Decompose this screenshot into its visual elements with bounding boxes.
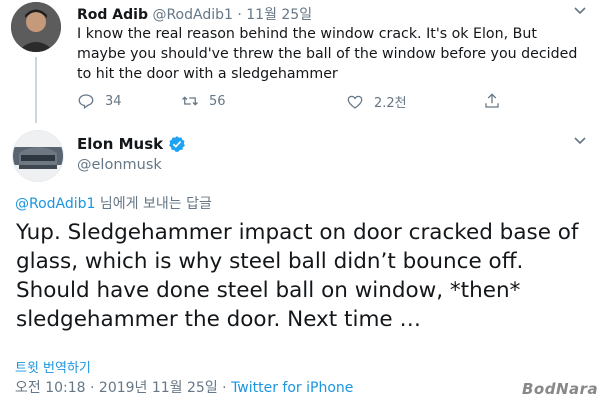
reply-count: 34 [105,93,122,109]
retweet-icon [182,96,198,106]
chevron-down-icon[interactable] [573,3,587,21]
heart-icon [347,95,363,109]
reply-actions-bar: 34 56 2.2천 [77,92,507,112]
avatar[interactable] [12,130,64,182]
avatar[interactable] [11,2,61,52]
verified-badge-icon [169,136,185,152]
reply-handle[interactable]: @RodAdib1 [152,7,232,23]
thread-line [35,57,37,123]
tweet-time-date[interactable]: 오전 10:18 · 2019년 11월 25일 · [15,380,231,396]
reply-icon [78,94,94,109]
reply-button[interactable]: 34 [77,92,122,110]
reply-display-name[interactable]: Rod Adib [77,7,148,23]
main-display-name-row: Elon Musk [77,135,186,153]
main-tweet-text: Yup. Sledgehammer impact on door cracked… [16,220,579,332]
reply-separator: · [237,7,242,23]
like-count: 2.2천 [374,96,407,111]
tweet-source-link[interactable]: Twitter for iPhone [231,380,353,396]
share-button[interactable] [483,92,511,110]
reply-date[interactable]: 11월 25일 [246,7,312,23]
like-button[interactable]: 2.2천 [346,92,407,111]
share-icon [485,93,499,108]
translate-tweet-link[interactable]: 트윗 번역하기 [15,357,91,376]
reply-tweet-text: I know the real reason behind the window… [77,26,578,82]
replying-to-suffix: 님에게 보내는 답글 [95,196,212,212]
chevron-down-icon[interactable] [573,133,587,151]
main-handle[interactable]: @elonmusk [77,157,162,173]
watermark: BodNara [522,380,599,398]
reply-header: Rod Adib @RodAdib1 · 11월 25일 [77,4,312,24]
main-display-name[interactable]: Elon Musk [77,135,163,153]
retweet-button[interactable]: 56 [181,92,226,110]
replying-to: @RodAdib1 님에게 보내는 답글 [15,193,212,213]
tweet-timestamp: 오전 10:18 · 2019년 11월 25일 · Twitter for i… [15,377,353,397]
replying-to-mention[interactable]: @RodAdib1 [15,196,95,212]
retweet-count: 56 [209,93,226,109]
